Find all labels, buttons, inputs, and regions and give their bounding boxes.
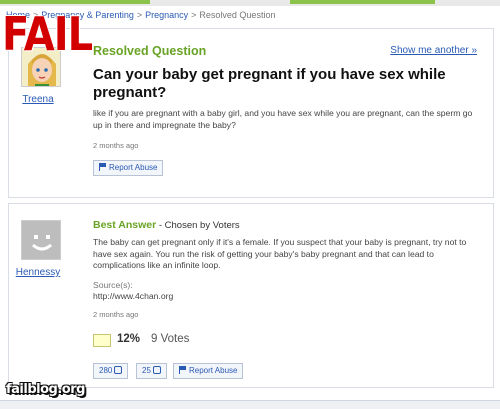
flag-icon xyxy=(99,163,106,171)
top-bar xyxy=(0,0,500,6)
asker-username[interactable]: Treena xyxy=(15,94,61,105)
source-link[interactable]: http://www.4chan.org xyxy=(93,291,173,301)
answer-time-ago: 2 months ago xyxy=(93,310,139,319)
thumbs-up-button[interactable]: 280 xyxy=(93,363,129,379)
question-time-ago: 2 months ago xyxy=(93,141,139,150)
question-title: Can your baby get pregnant if you have s… xyxy=(93,66,446,101)
breadcrumb-current: Resolved Question xyxy=(199,10,276,20)
vote-count: 9 Votes xyxy=(151,333,190,345)
default-avatar-icon xyxy=(22,221,60,259)
show-me-another-link[interactable]: Show me another » xyxy=(390,45,477,56)
answer-body: The baby can get pregnant only if it's a… xyxy=(93,237,467,270)
question-body: like if you are pregnant with a baby gir… xyxy=(93,108,473,130)
answerer-avatar[interactable] xyxy=(21,220,61,260)
chosen-by-label: - Chosen by Voters xyxy=(156,220,240,231)
sources-label: Source(s): xyxy=(93,280,133,290)
thumbs-down-button[interactable]: 25 xyxy=(136,363,167,379)
answerer-column: Hennessy xyxy=(16,220,61,278)
question-report-abuse-button[interactable]: Report Abuse xyxy=(93,160,164,176)
best-answer-panel: Hennessy Best Answer - Chosen by Voters … xyxy=(8,203,494,388)
vote-bar xyxy=(93,334,111,347)
best-answer-label: Best Answer xyxy=(93,219,157,231)
top-bar-segment xyxy=(290,0,435,4)
vote-percent: 12% xyxy=(117,333,141,345)
breadcrumb-pregnancy[interactable]: Pregnancy xyxy=(145,10,188,20)
failblog-watermark: failblog.org xyxy=(6,382,85,397)
answerer-username[interactable]: Hennessy xyxy=(15,267,61,278)
thumbs-up-count: 280 xyxy=(99,366,113,375)
report-abuse-label: Report Abuse xyxy=(189,366,238,375)
resolved-question-heading: Resolved Question xyxy=(93,44,207,58)
thumbs-up-icon xyxy=(114,366,123,374)
flag-icon xyxy=(179,366,186,374)
report-abuse-label: Report Abuse xyxy=(109,163,158,172)
bottom-toolbar xyxy=(0,400,500,409)
thumbs-down-count: 25 xyxy=(142,366,151,375)
thumbs-down-icon xyxy=(152,366,161,374)
best-answer-heading: Best Answer - Chosen by Voters xyxy=(93,219,240,231)
top-bar-segment xyxy=(0,0,150,4)
answer-report-abuse-button[interactable]: Report Abuse xyxy=(173,363,244,379)
fail-stamp: FAIL xyxy=(2,8,93,62)
